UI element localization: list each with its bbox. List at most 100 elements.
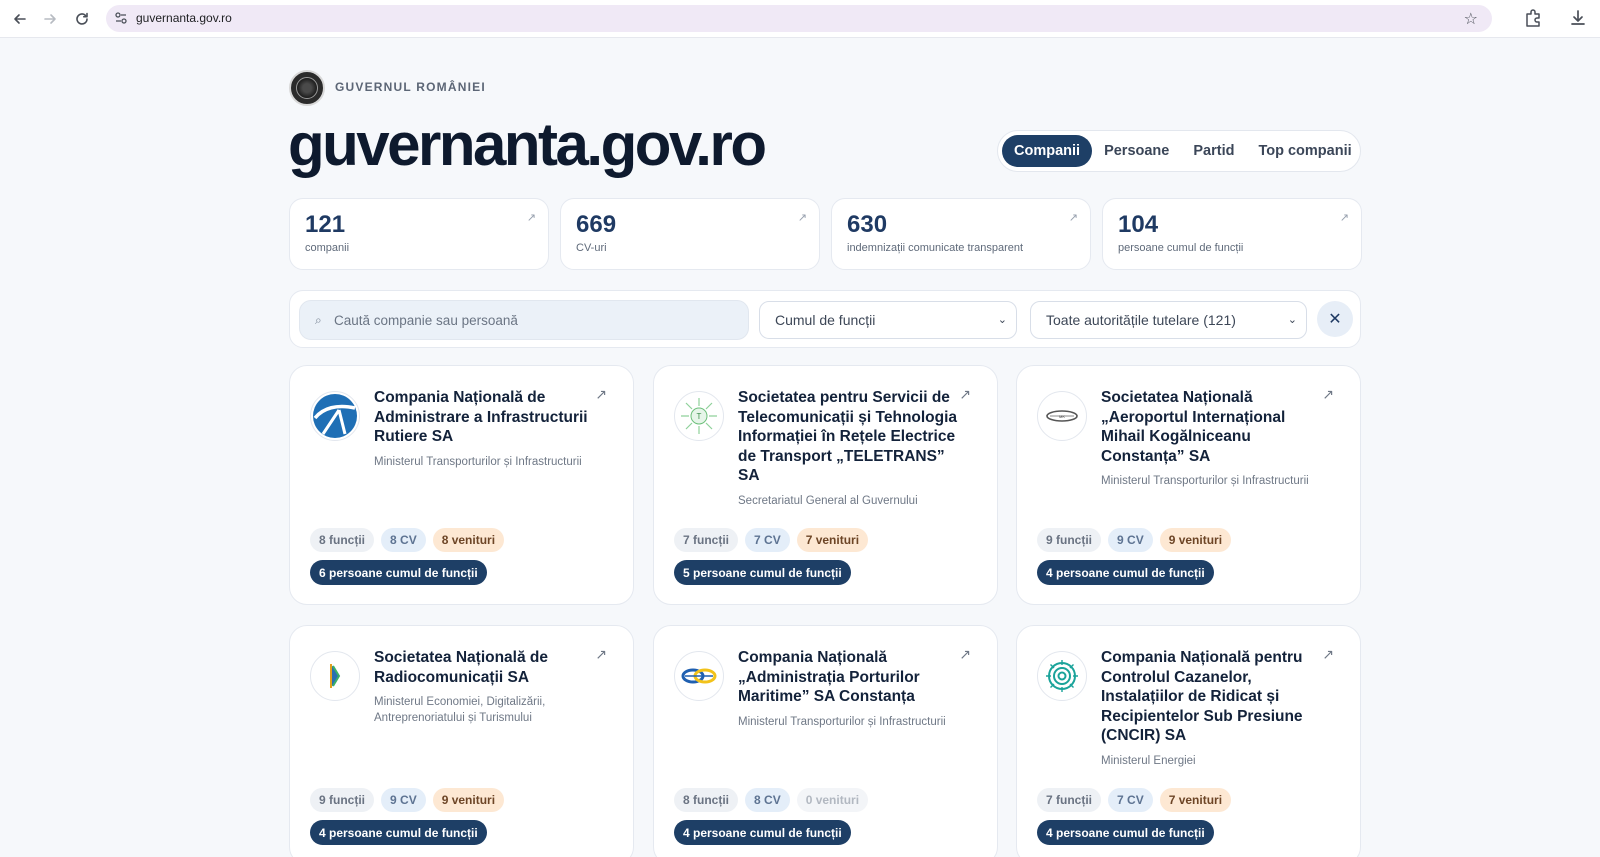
ministry-name: Ministerul Transporturilor și Infrastruc… xyxy=(374,455,582,468)
apm-logo xyxy=(674,651,724,701)
card-chips: 7 funcții 7 CV 7 venituri xyxy=(1037,788,1232,812)
external-arrow-icon: ↗ xyxy=(797,212,807,224)
cncir-logo xyxy=(1037,651,1087,701)
gov-label: GUVERNUL ROMÂNIEI xyxy=(335,80,486,94)
stat-value: 630 xyxy=(847,211,888,238)
ministry-name: Ministerul Economiei, Digitalizării, Ant… xyxy=(374,696,546,724)
company-name[interactable]: Compania Națională „Administrația Portur… xyxy=(738,648,958,730)
government-emblem xyxy=(289,70,325,106)
search-icon: ⌕ xyxy=(315,313,322,327)
main-tabs: Companii Persoane Partid Top companii xyxy=(997,130,1361,172)
external-arrow-icon: ↗ xyxy=(526,212,536,224)
cv-chip: 9 CV xyxy=(1108,528,1153,552)
star-icon[interactable]: ☆ xyxy=(1464,9,1478,29)
company-card[interactable]: MK Societatea Națională „Aeroportul Inte… xyxy=(1016,365,1361,605)
open-arrow-icon[interactable]: ↗ xyxy=(959,386,971,403)
income-chip: 0 venituri xyxy=(796,788,869,812)
card-chips: 9 funcții 9 CV 9 venituri xyxy=(310,788,505,812)
company-name[interactable]: Compania Națională de Administrare a Inf… xyxy=(374,388,594,470)
cumul-badge: 4 persoane cumul de funcții xyxy=(1037,560,1214,585)
search-input[interactable] xyxy=(334,301,734,339)
cumul-badge: 5 persoane cumul de funcții xyxy=(674,560,851,585)
card-chips: 8 funcții 8 CV 8 venituri xyxy=(310,528,505,552)
open-arrow-icon[interactable]: ↗ xyxy=(595,386,607,403)
income-chip: 9 venituri xyxy=(432,788,505,812)
company-card[interactable]: T Societatea pentru Servicii de Telecomu… xyxy=(653,365,998,605)
functions-chip: 9 funcții xyxy=(1037,528,1102,552)
cv-chip: 8 CV xyxy=(745,788,790,812)
reload-icon[interactable] xyxy=(70,7,94,31)
company-card[interactable]: Compania Națională de Administrare a Inf… xyxy=(289,365,634,605)
external-arrow-icon: ↗ xyxy=(1068,212,1078,224)
url-text: guvernanta.gov.ro xyxy=(136,11,232,25)
tab-companii[interactable]: Companii xyxy=(1002,135,1093,167)
ministry-name: Ministerul Transporturilor și Infrastruc… xyxy=(738,715,946,728)
filter-bar: ⌕ Cumul de funcții ⌄ Toate autoritățile … xyxy=(289,290,1361,348)
company-name-text: Societatea Națională de Radiocomunicații… xyxy=(374,649,549,686)
cnair-logo xyxy=(310,391,360,441)
stat-value: 104 xyxy=(1118,211,1159,238)
functions-chip: 9 funcții xyxy=(310,788,375,812)
open-arrow-icon[interactable]: ↗ xyxy=(959,646,971,663)
download-icon[interactable] xyxy=(1568,8,1588,28)
company-card[interactable]: Compania Națională „Administrația Portur… xyxy=(653,625,998,857)
svg-text:MK: MK xyxy=(1059,414,1065,419)
back-arrow-icon[interactable] xyxy=(8,7,32,31)
external-arrow-icon: ↗ xyxy=(1339,212,1349,224)
company-name[interactable]: Societatea pentru Servicii de Telecomuni… xyxy=(738,388,958,509)
cumul-badge: 4 persoane cumul de funcții xyxy=(1037,820,1214,845)
company-card[interactable]: Societatea Națională de Radiocomunicații… xyxy=(289,625,634,857)
company-name-text: Societatea pentru Servicii de Telecomuni… xyxy=(738,389,958,484)
tab-partid[interactable]: Partid xyxy=(1181,135,1246,167)
clear-filters-button[interactable]: ✕ xyxy=(1317,301,1353,337)
functions-chip: 7 funcții xyxy=(674,528,739,552)
address-bar[interactable]: guvernanta.gov.ro ☆ xyxy=(106,5,1492,32)
income-chip: 7 venituri xyxy=(796,528,869,552)
stat-card-cumul[interactable]: 104 persoane cumul de funcții ↗ xyxy=(1102,198,1362,270)
card-chips: 7 funcții 7 CV 7 venituri xyxy=(674,528,869,552)
site-settings-icon[interactable] xyxy=(114,11,128,25)
function-filter-select[interactable]: Cumul de funcții ⌄ xyxy=(759,301,1017,339)
open-arrow-icon[interactable]: ↗ xyxy=(1322,646,1334,663)
forward-arrow-icon[interactable] xyxy=(38,7,62,31)
company-name[interactable]: Societatea Națională „Aeroportul Interna… xyxy=(1101,388,1321,490)
functions-chip: 8 funcții xyxy=(310,528,375,552)
card-chips: 9 funcții 9 CV 9 venituri xyxy=(1037,528,1232,552)
puzzle-icon[interactable] xyxy=(1523,8,1543,28)
tab-persoane[interactable]: Persoane xyxy=(1092,135,1181,167)
svg-text:T: T xyxy=(697,412,702,421)
company-card[interactable]: Compania Națională pentru Controlul Caza… xyxy=(1016,625,1361,857)
company-name-text: Societatea Națională „Aeroportul Interna… xyxy=(1101,389,1286,465)
airport-logo: MK xyxy=(1037,391,1087,441)
authority-filter-select[interactable]: Toate autoritățile tutelare (121) ⌄ xyxy=(1030,301,1307,339)
ministry-name: Ministerul Energiei xyxy=(1101,754,1196,767)
card-chips: 8 funcții 8 CV 0 venituri xyxy=(674,788,869,812)
select-value: Toate autoritățile tutelare (121) xyxy=(1046,312,1236,328)
ministry-name: Ministerul Transporturilor și Infrastruc… xyxy=(1101,475,1309,487)
company-name[interactable]: Compania Națională pentru Controlul Caza… xyxy=(1101,648,1321,769)
stat-value: 121 xyxy=(305,211,346,238)
income-chip: 8 venituri xyxy=(432,528,505,552)
stat-label: companii xyxy=(305,242,350,254)
teletrans-logo: T xyxy=(674,391,724,441)
cv-chip: 7 CV xyxy=(1108,788,1153,812)
stat-card-cvs[interactable]: 669 CV-uri ↗ xyxy=(560,198,820,270)
company-name-text: Compania Națională „Administrația Portur… xyxy=(738,649,920,705)
cv-chip: 9 CV xyxy=(381,788,426,812)
cumul-badge: 4 persoane cumul de funcții xyxy=(674,820,851,845)
open-arrow-icon[interactable]: ↗ xyxy=(595,646,607,663)
stat-label: CV-uri xyxy=(576,242,607,254)
stat-card-companies[interactable]: 121 companii ↗ xyxy=(289,198,549,270)
browser-toolbar: guvernanta.gov.ro ☆ xyxy=(0,0,1600,38)
chevron-down-icon: ⌄ xyxy=(1287,314,1297,326)
cumul-badge: 6 persoane cumul de funcții xyxy=(310,560,487,585)
company-name-text: Compania Națională de Administrare a Inf… xyxy=(374,389,588,445)
select-value: Cumul de funcții xyxy=(775,312,876,328)
open-arrow-icon[interactable]: ↗ xyxy=(1322,386,1334,403)
cumul-badge: 4 persoane cumul de funcții xyxy=(310,820,487,845)
company-name[interactable]: Societatea Națională de Radiocomunicații… xyxy=(374,648,594,726)
stat-card-indemnities[interactable]: 630 indemnizații comunicate transparent … xyxy=(831,198,1091,270)
company-name-text: Compania Națională pentru Controlul Caza… xyxy=(1101,649,1303,744)
tab-top-companii[interactable]: Top companii xyxy=(1246,135,1363,167)
stat-label: indemnizații comunicate transparent xyxy=(847,242,1024,254)
